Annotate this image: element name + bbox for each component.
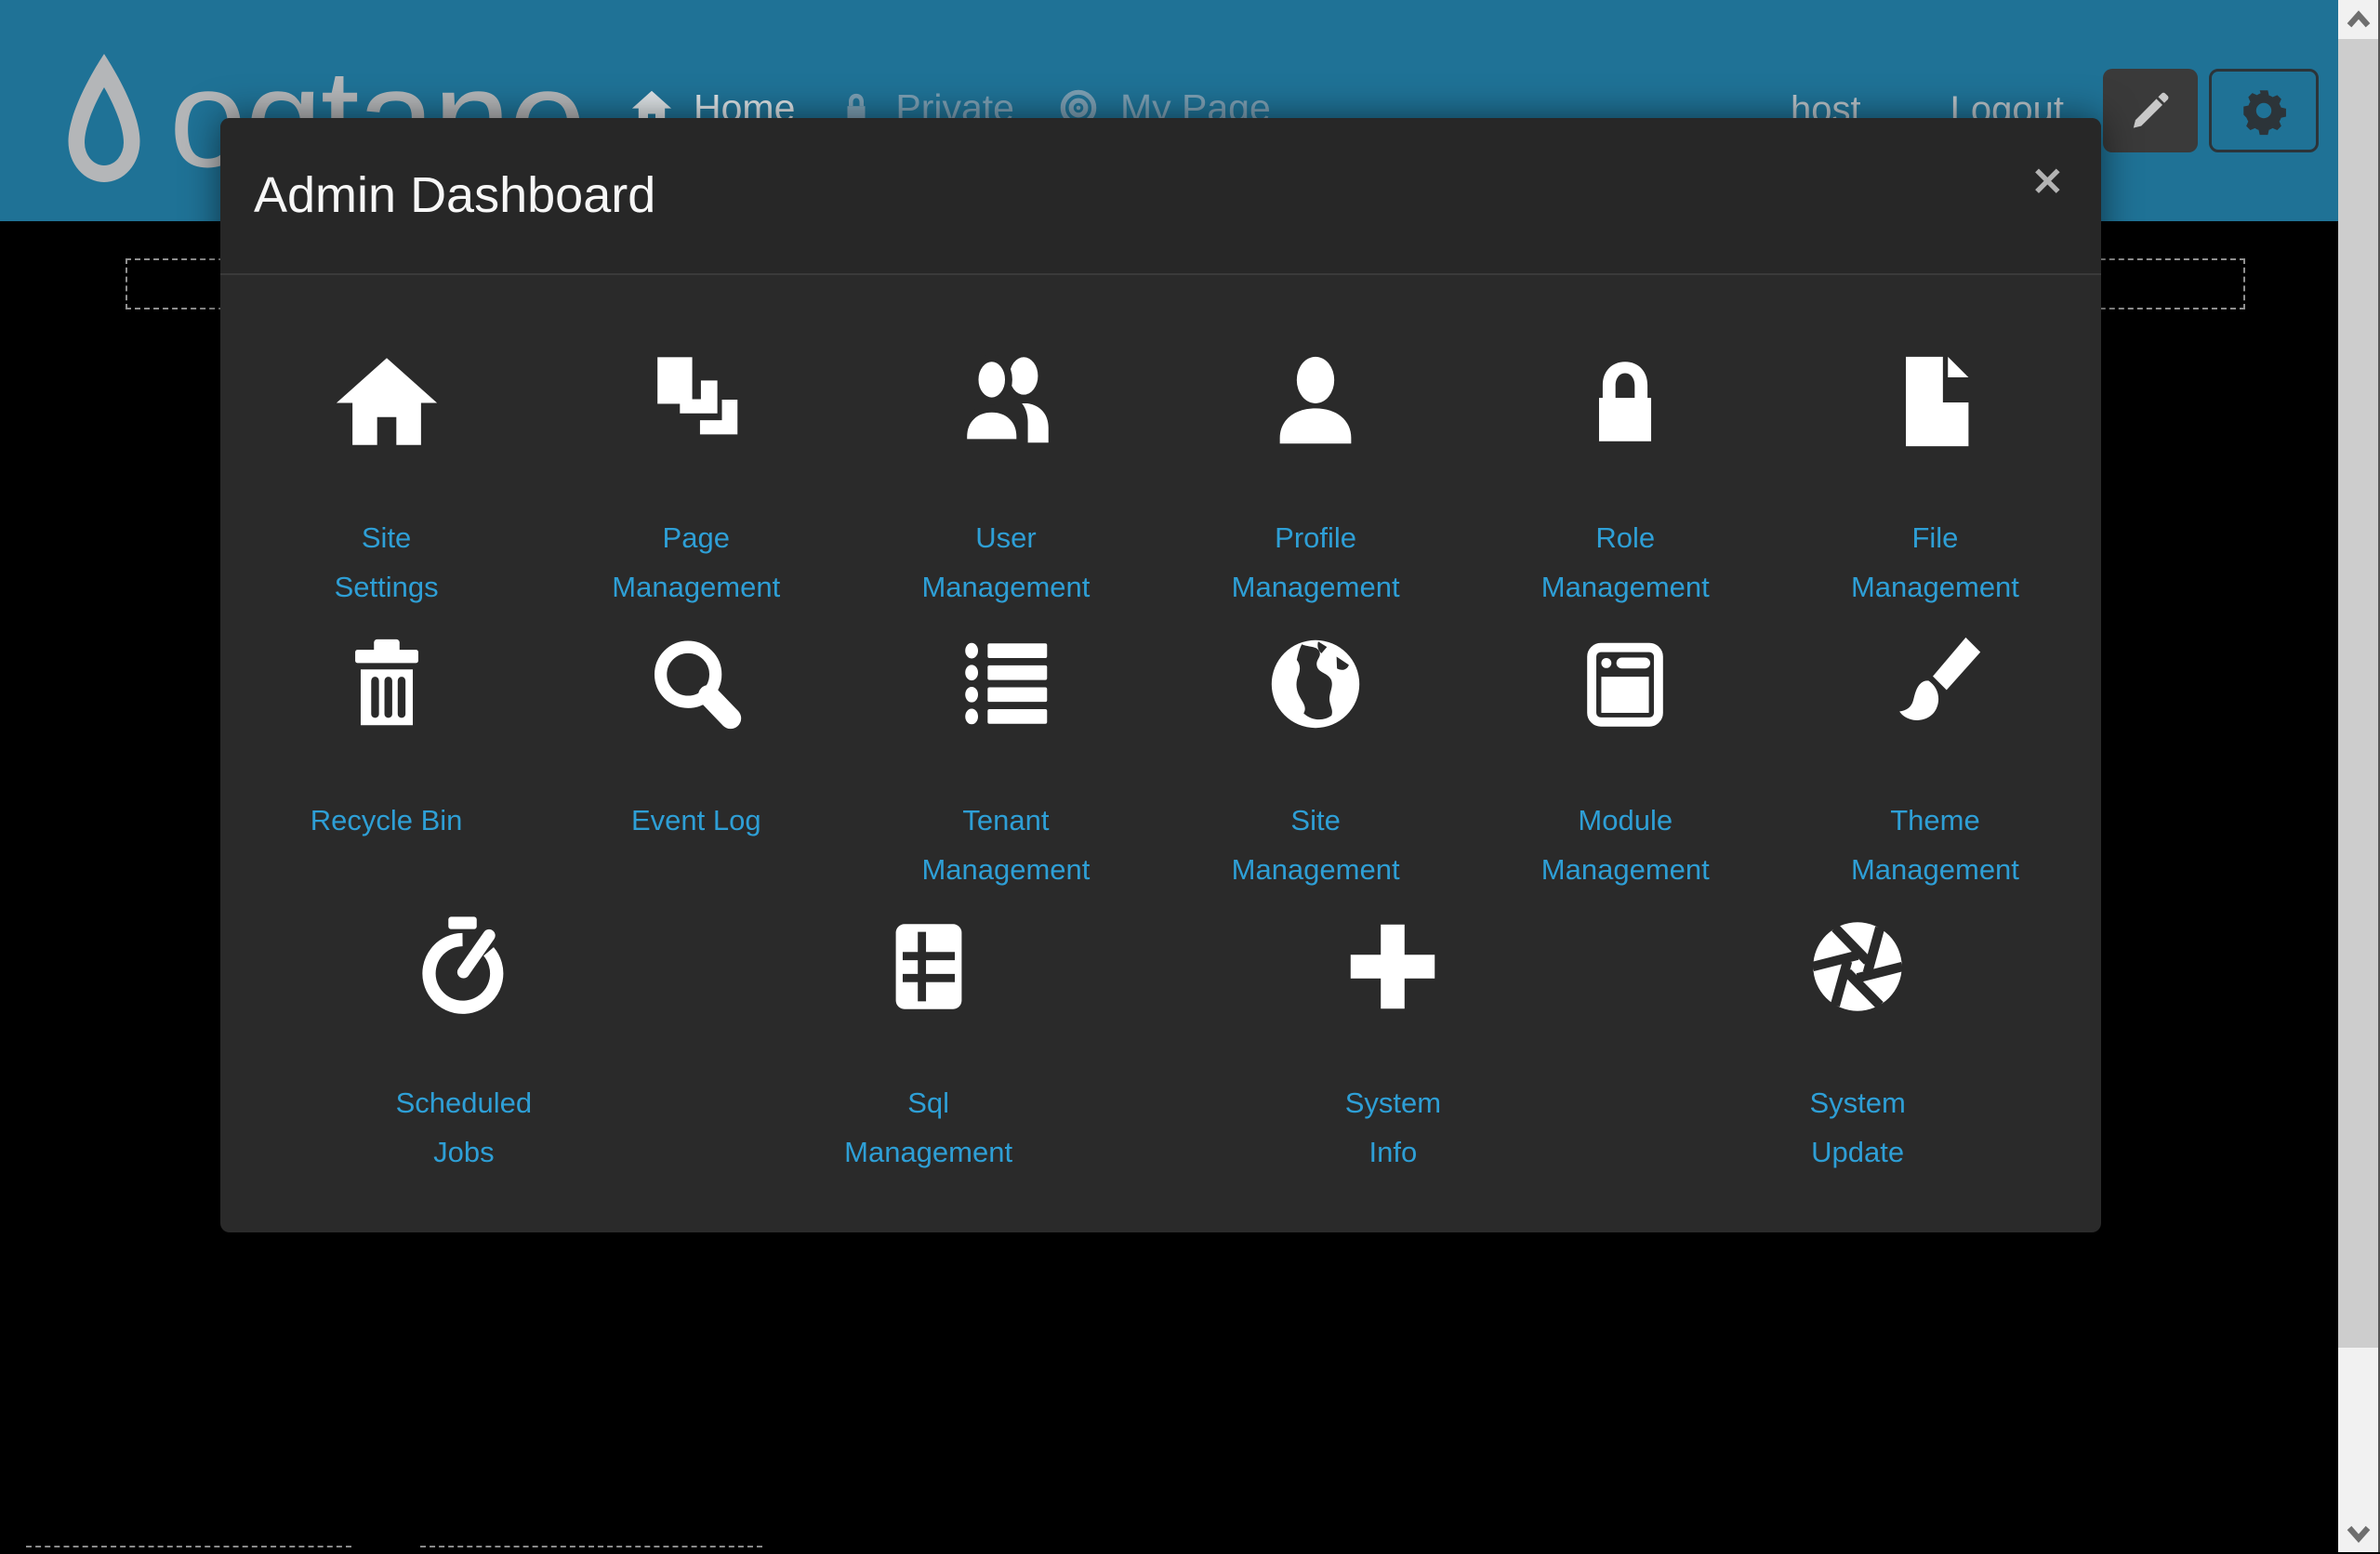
tile-label: ProfileManagement [1161, 513, 1471, 612]
tile-role-management[interactable]: RoleManagement [1471, 342, 1780, 612]
tile-label: FileManagement [1780, 513, 2090, 612]
pencil-icon [2126, 86, 2175, 135]
tile-label: SystemInfo [1161, 1078, 1626, 1177]
water-drop-icon [60, 54, 149, 184]
tile-label: ThemeManagement [1780, 796, 2090, 894]
people-icon [851, 342, 1160, 461]
person-icon [1161, 342, 1471, 461]
tile-row: ScheduledJobsSqlManagementSystemInfoSyst… [231, 907, 2090, 1177]
brush-icon [1780, 625, 2090, 744]
tile-site-settings[interactable]: SiteSettings [231, 342, 541, 612]
pages-icon [541, 342, 851, 461]
home-icon [231, 342, 541, 461]
tile-row: Recycle BinEvent LogTenantManagementSite… [231, 625, 2090, 894]
tile-label: RoleManagement [1471, 513, 1780, 612]
tile-user-management[interactable]: UserManagement [851, 342, 1160, 612]
tile-system-info[interactable]: SystemInfo [1161, 907, 1626, 1177]
aperture-icon [1625, 907, 2090, 1026]
tile-module-management[interactable]: ModuleManagement [1471, 625, 1780, 894]
tile-row: SiteSettingsPageManagementUserManagement… [231, 342, 2090, 612]
tile-label: PageManagement [541, 513, 851, 612]
close-icon[interactable]: ✕ [2031, 159, 2064, 204]
tile-label: SqlManagement [696, 1078, 1161, 1177]
admin-dashboard-modal: Admin Dashboard ✕ SiteSettingsPageManage… [220, 118, 2101, 1232]
tile-system-update[interactable]: SystemUpdate [1625, 907, 2090, 1177]
modal-header: Admin Dashboard ✕ [220, 118, 2101, 275]
tile-label: UserManagement [851, 513, 1160, 612]
plus-icon [1161, 907, 1626, 1026]
magnifier-icon [541, 625, 851, 744]
timer-icon [231, 907, 696, 1026]
spreadsheet-icon [696, 907, 1161, 1026]
tile-profile-management[interactable]: ProfileManagement [1161, 342, 1471, 612]
chevron-down-icon[interactable] [2338, 1513, 2378, 1552]
pane-placeholder-fragment [26, 1546, 351, 1554]
settings-button[interactable] [2209, 69, 2319, 152]
tile-file-management[interactable]: FileManagement [1780, 342, 2090, 612]
edit-mode-button[interactable] [2103, 69, 2198, 152]
trash-icon [231, 625, 541, 744]
scrollbar-thumb[interactable] [2338, 39, 2378, 1348]
chevron-up-icon[interactable] [2338, 0, 2378, 39]
tile-theme-management[interactable]: ThemeManagement [1780, 625, 2090, 894]
pane-placeholder-fragment [420, 1546, 762, 1554]
tile-label: ScheduledJobs [231, 1078, 696, 1177]
tile-scheduled-jobs[interactable]: ScheduledJobs [231, 907, 696, 1177]
admin-tile-grid: SiteSettingsPageManagementUserManagement… [220, 275, 2101, 1177]
tile-sql-management[interactable]: SqlManagement [696, 907, 1161, 1177]
tile-label: ModuleManagement [1471, 796, 1780, 894]
tile-tenant-management[interactable]: TenantManagement [851, 625, 1160, 894]
list-icon [851, 625, 1160, 744]
tile-label: Recycle Bin [231, 796, 541, 845]
modal-title: Admin Dashboard [254, 118, 655, 273]
lock-icon [1471, 342, 1780, 461]
file-icon [1780, 342, 2090, 461]
globe-icon [1161, 625, 1471, 744]
tile-recycle-bin[interactable]: Recycle Bin [231, 625, 541, 894]
tile-label: SiteManagement [1161, 796, 1471, 894]
vertical-scrollbar[interactable] [2338, 0, 2380, 1552]
browser-icon [1471, 625, 1780, 744]
tile-label: SiteSettings [231, 513, 541, 612]
page: oqtane Home Private M [0, 0, 2380, 1552]
tile-page-management[interactable]: PageManagement [541, 342, 851, 612]
gear-icon [2237, 84, 2291, 138]
tile-label: TenantManagement [851, 796, 1160, 894]
tile-event-log[interactable]: Event Log [541, 625, 851, 894]
tile-label: Event Log [541, 796, 851, 845]
tile-label: SystemUpdate [1625, 1078, 2090, 1177]
tile-site-management[interactable]: SiteManagement [1161, 625, 1471, 894]
